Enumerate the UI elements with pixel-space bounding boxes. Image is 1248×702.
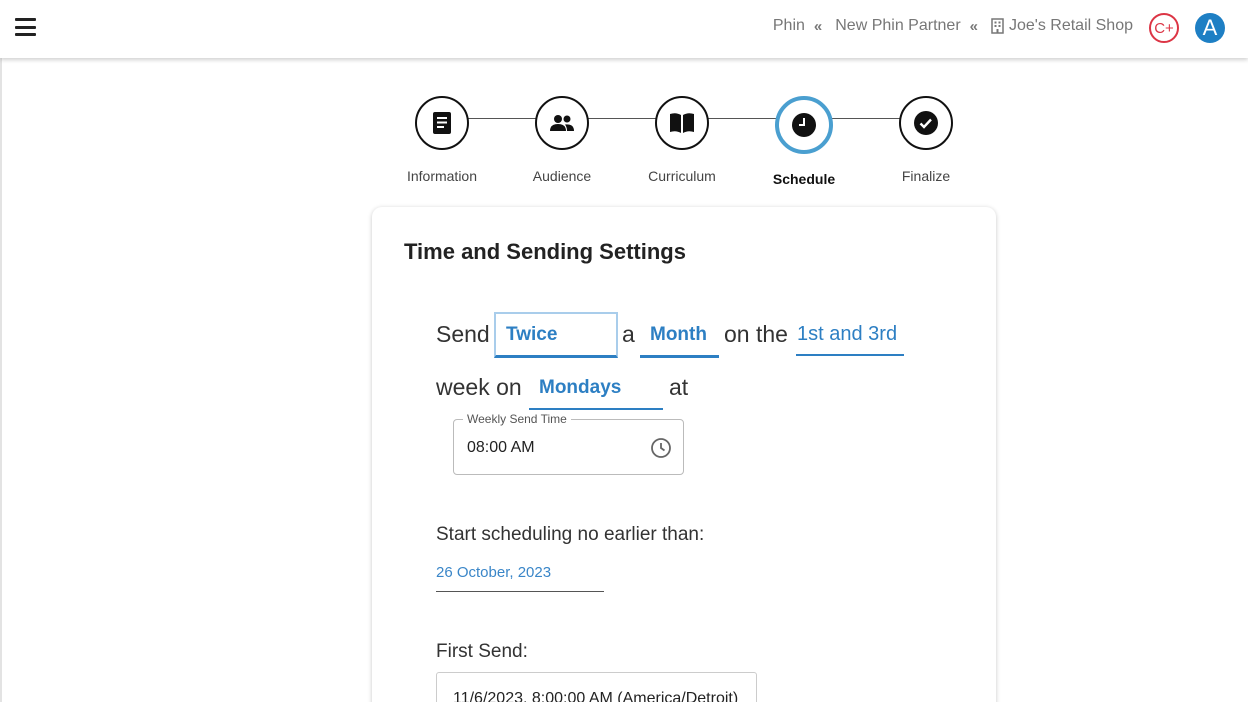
weeks-value: 1st and 3rd bbox=[797, 323, 898, 345]
weeks-select[interactable]: 1st and 3rd bbox=[796, 314, 904, 356]
step-audience[interactable]: Audience bbox=[502, 96, 622, 184]
check-circle-icon bbox=[899, 96, 953, 150]
step-label: Curriculum bbox=[648, 168, 716, 184]
top-bar: Phin « New Phin Partner « Joe's Retail S… bbox=[0, 0, 1248, 58]
step-finalize[interactable]: Finalize bbox=[866, 96, 986, 184]
building-icon bbox=[991, 18, 1004, 34]
first-send-box: 11/6/2023, 8:00:00 AM (America/Detroit) bbox=[436, 672, 757, 702]
clock-icon[interactable] bbox=[650, 437, 672, 464]
card-title: Time and Sending Settings bbox=[404, 239, 686, 264]
sentence-week-on: week on bbox=[436, 374, 522, 400]
menu-icon[interactable] bbox=[15, 18, 36, 36]
grade-badge[interactable]: C+ bbox=[1149, 13, 1179, 43]
weekly-send-time-label: Weekly Send Time bbox=[463, 412, 571, 426]
weekly-send-time-field[interactable]: Weekly Send Time 08:00 AM bbox=[453, 412, 684, 475]
double-chevron-left-icon: « bbox=[969, 17, 978, 35]
document-icon bbox=[415, 96, 469, 150]
breadcrumb-item-shop[interactable]: Joe's Retail Shop bbox=[1009, 17, 1133, 35]
step-label: Audience bbox=[532, 168, 592, 184]
left-edge-divider bbox=[0, 58, 2, 702]
day-select[interactable]: Mondays bbox=[529, 367, 663, 410]
clock-icon bbox=[775, 96, 833, 154]
sentence-send: Send bbox=[436, 321, 490, 347]
book-icon bbox=[655, 96, 709, 150]
breadcrumb-item-phin[interactable]: Phin bbox=[773, 17, 805, 35]
first-send-value: 11/6/2023, 8:00:00 AM (America/Detroit) bbox=[453, 690, 739, 702]
frequency-value: Twice bbox=[506, 324, 558, 345]
sentence-a: a bbox=[622, 321, 635, 347]
period-value: Month bbox=[650, 324, 707, 345]
step-label: Finalize bbox=[901, 168, 951, 184]
start-date-field[interactable]: 26 October, 2023 bbox=[436, 564, 604, 592]
step-label: Schedule bbox=[772, 171, 836, 187]
day-value: Mondays bbox=[539, 377, 622, 398]
period-select[interactable]: Month bbox=[640, 314, 719, 358]
first-send-label: First Send: bbox=[436, 641, 528, 662]
schedule-settings-card: Time and Sending Settings Send Twice a M… bbox=[372, 207, 996, 702]
step-information[interactable]: Information bbox=[382, 96, 502, 184]
start-scheduling-label: Start scheduling no earlier than: bbox=[436, 524, 705, 545]
breadcrumb-item-partner[interactable]: New Phin Partner bbox=[835, 17, 960, 35]
breadcrumb: Phin « New Phin Partner « Joe's Retail S… bbox=[773, 17, 1133, 35]
step-schedule[interactable]: Schedule bbox=[744, 96, 864, 187]
weekly-send-time-value: 08:00 AM bbox=[467, 439, 535, 456]
avatar[interactable]: A bbox=[1195, 13, 1225, 43]
sentence-on-the: on the bbox=[724, 321, 788, 347]
step-curriculum[interactable]: Curriculum bbox=[622, 96, 742, 184]
frequency-select[interactable]: Twice bbox=[494, 312, 618, 358]
people-icon bbox=[535, 96, 589, 150]
double-chevron-left-icon: « bbox=[813, 17, 822, 35]
step-label: Information bbox=[406, 168, 478, 184]
sentence-at: at bbox=[669, 374, 689, 400]
